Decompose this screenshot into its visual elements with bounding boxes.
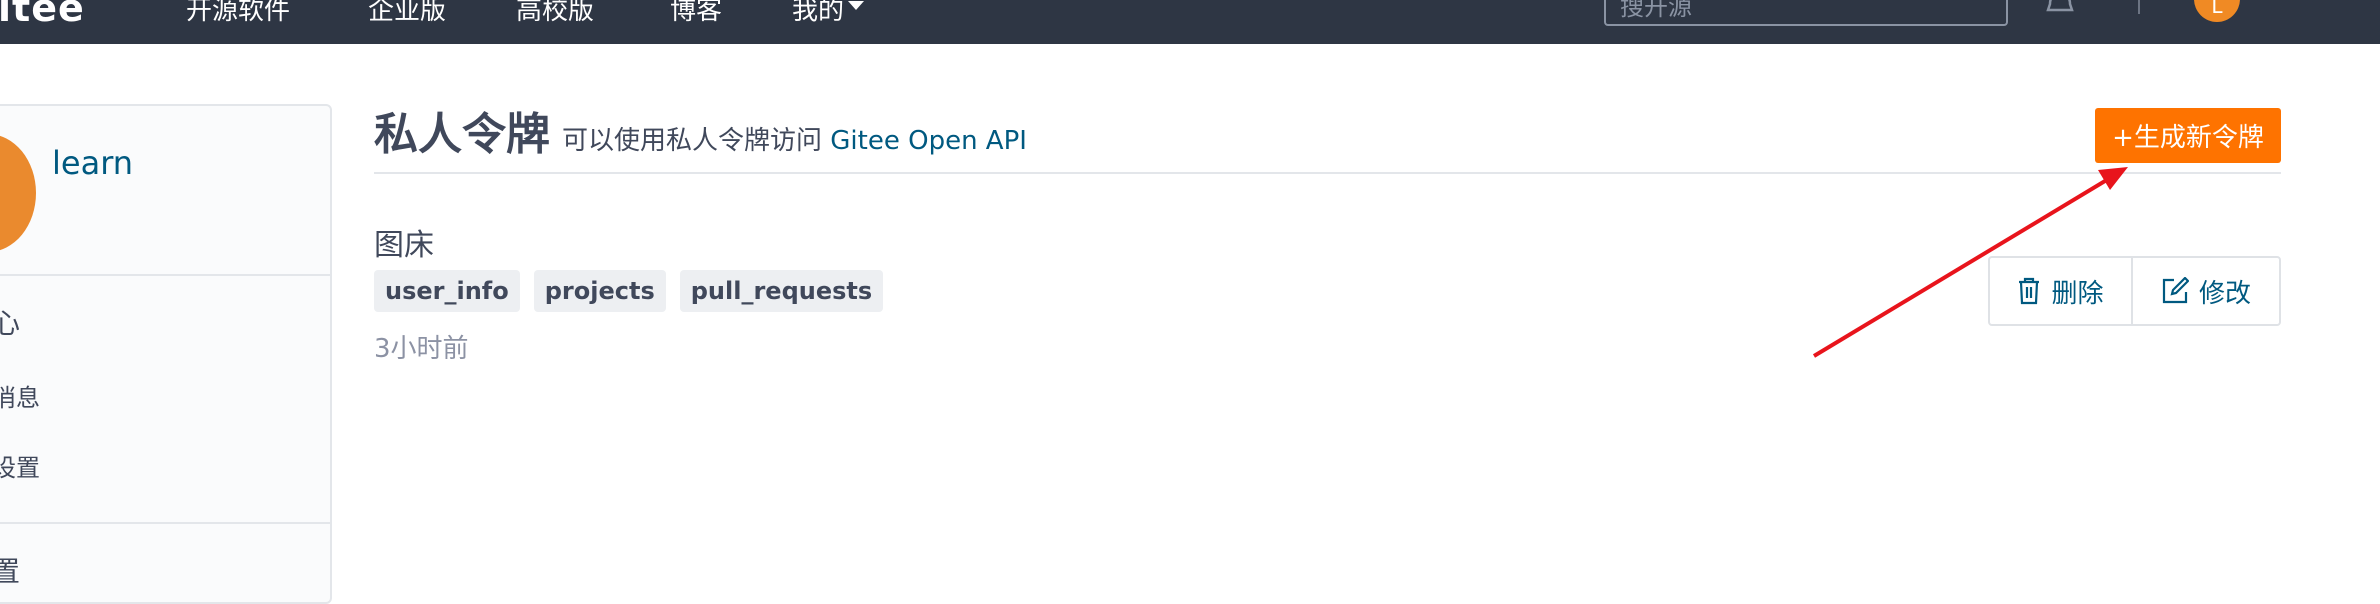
brand-logo[interactable]: itee [0, 0, 85, 30]
nav-item-blog[interactable]: 博客 [670, 0, 722, 27]
nav-divider [2138, 0, 2140, 14]
nav-item-university[interactable]: 高校版 [516, 0, 594, 27]
token-timestamp: 3小时前 [374, 334, 469, 364]
token-name: 图床 [374, 228, 434, 263]
edit-token-label: 修改 [2198, 278, 2251, 309]
sidebar-section-config: 置 [0, 555, 21, 588]
delete-token-button[interactable]: 删除 [1990, 258, 2133, 324]
nav-item-enterprise[interactable]: 企业版 [368, 0, 446, 27]
chevron-down-icon [848, 1, 865, 10]
page-header: 私人令牌 可以使用私人令牌访问 Gitee Open API [374, 98, 1027, 162]
generate-new-token-button[interactable]: +生成新令牌 [2095, 108, 2281, 163]
page-description-text: 可以使用私人令牌访问 [562, 126, 823, 156]
bell-icon[interactable] [2046, 0, 2074, 14]
scope-tag: user_info [374, 270, 520, 312]
top-navbar: itee 开源软件 企业版 高校版 博客 我的 L [0, 0, 2380, 44]
scope-tag: projects [533, 270, 666, 312]
delete-token-label: 删除 [2051, 278, 2104, 309]
sidebar-item-messages[interactable]: 消息 [0, 378, 40, 413]
settings-sidebar: learn 心 消息 设置 置 [0, 104, 332, 604]
token-actions: 删除 修改 [1988, 256, 2281, 326]
nav-item-open-source[interactable]: 开源软件 [186, 0, 290, 27]
sidebar-section-personal: 心 [0, 307, 21, 340]
open-api-link[interactable]: Gitee Open API [830, 126, 1027, 156]
plus-icon: + [2112, 123, 2134, 153]
page-description: 可以使用私人令牌访问 Gitee Open API [562, 126, 1027, 156]
user-avatar[interactable]: L [2194, 0, 2240, 22]
sidebar-divider [0, 522, 330, 524]
sidebar-avatar[interactable] [0, 134, 36, 252]
search-input[interactable] [1604, 0, 2008, 26]
sidebar-username[interactable]: learn [52, 144, 133, 182]
scope-tag: pull_requests [679, 270, 884, 312]
page-title: 私人令牌 [374, 109, 550, 160]
arrow-head [2098, 167, 2128, 190]
edit-icon [2162, 277, 2189, 304]
nav-item-mine[interactable]: 我的 [792, 0, 865, 27]
sidebar-user-card: learn [0, 106, 330, 276]
header-divider [374, 172, 2281, 174]
trash-icon [2019, 277, 2040, 305]
token-scopes: user_info projects pull_requests [374, 270, 884, 312]
nav-item-mine-label: 我的 [792, 0, 845, 26]
edit-token-button[interactable]: 修改 [2133, 258, 2279, 324]
sidebar-item-settings[interactable]: 设置 [0, 448, 40, 483]
generate-new-token-label: 生成新令牌 [2133, 123, 2264, 153]
